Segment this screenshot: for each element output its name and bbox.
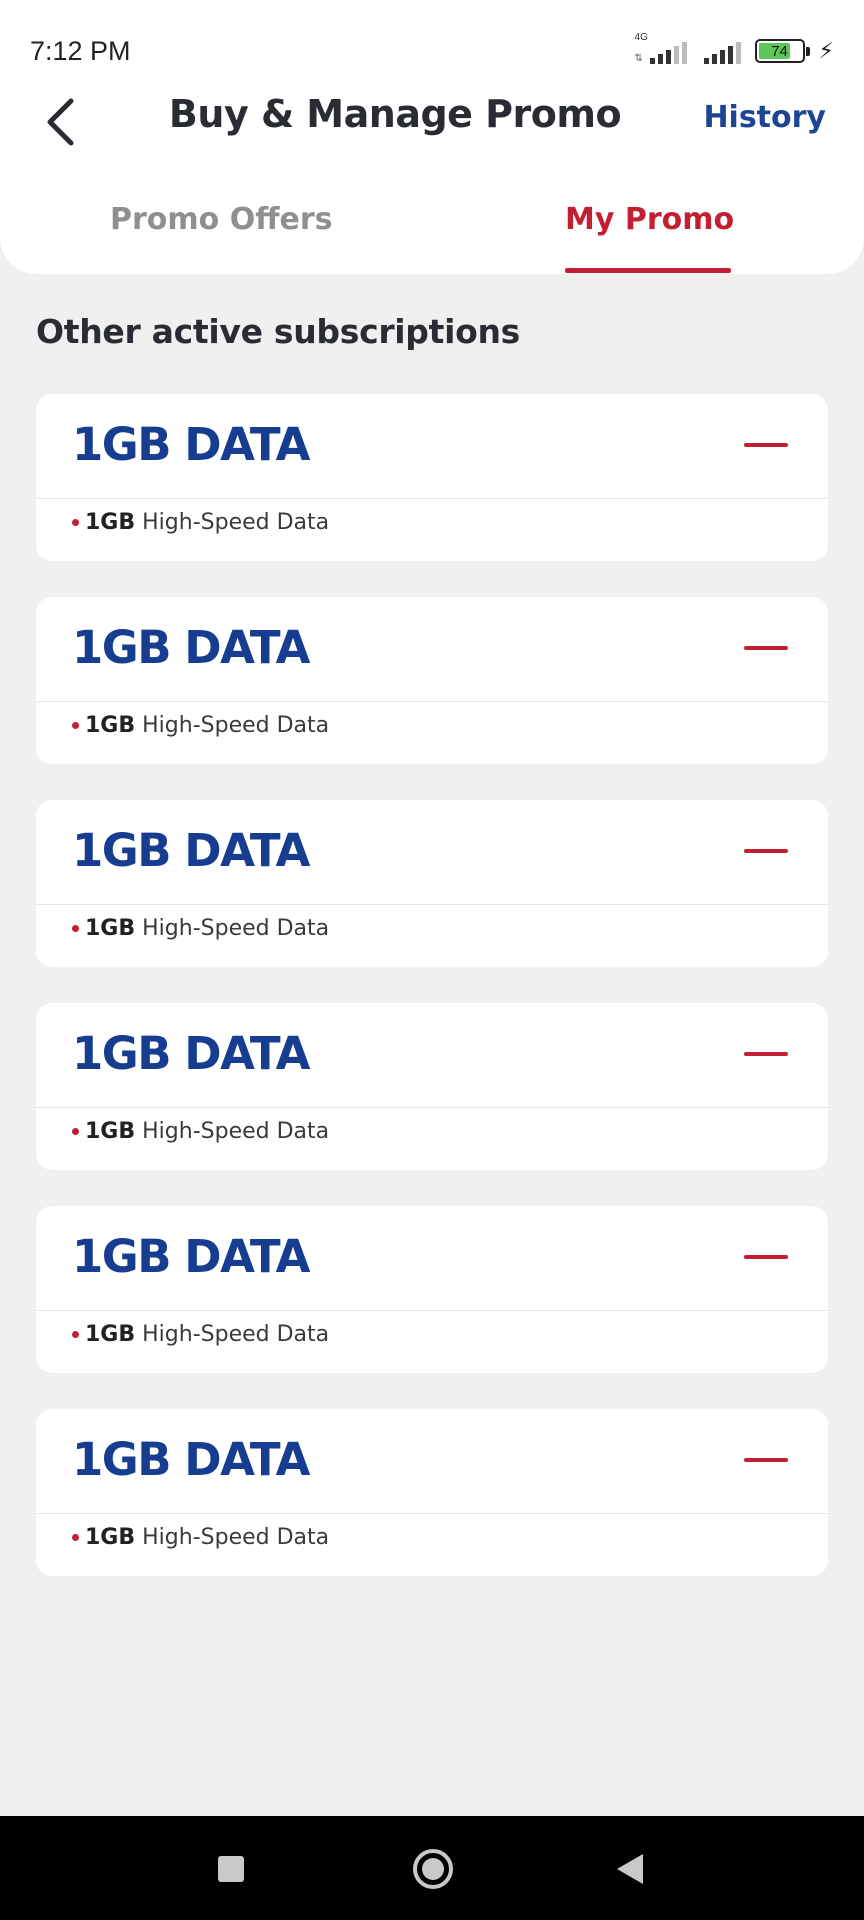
subscription-card: 1GB DATA 1GB High-Speed Data [36, 394, 828, 561]
subscription-title: 1GB DATA [72, 824, 310, 877]
detail-amount: 1GB [85, 1525, 136, 1550]
collapse-button[interactable] [744, 633, 788, 663]
subscription-title: 1GB DATA [72, 1027, 310, 1080]
minus-icon [744, 849, 788, 853]
bullet-icon [72, 925, 79, 932]
section-title: Other active subscriptions [36, 312, 521, 351]
subscription-title: 1GB DATA [72, 1433, 310, 1486]
active-tab-indicator [565, 268, 731, 273]
subscription-detail: 1GB High-Speed Data [72, 1525, 329, 1550]
signal-icon: 4G ⇅ [634, 32, 687, 66]
detail-amount: 1GB [85, 713, 136, 738]
detail-description: High-Speed Data [142, 1322, 330, 1347]
detail-amount: 1GB [85, 510, 136, 535]
minus-icon [744, 443, 788, 447]
system-nav-bar [0, 1816, 864, 1920]
subscription-detail: 1GB High-Speed Data [72, 916, 329, 941]
subscription-title: 1GB DATA [72, 1230, 310, 1283]
home-icon[interactable] [413, 1849, 453, 1889]
subscription-card-header[interactable]: 1GB DATA [36, 394, 828, 499]
subscription-card: 1GB DATA 1GB High-Speed Data [36, 1409, 828, 1576]
collapse-button[interactable] [744, 1039, 788, 1069]
subscription-card: 1GB DATA 1GB High-Speed Data [36, 1003, 828, 1170]
detail-description: High-Speed Data [142, 510, 330, 535]
minus-icon [744, 646, 788, 650]
subscription-card-header[interactable]: 1GB DATA [36, 597, 828, 702]
collapse-button[interactable] [744, 1445, 788, 1475]
subscription-card: 1GB DATA 1GB High-Speed Data [36, 1206, 828, 1373]
subscription-list: 1GB DATA 1GB High-Speed Data 1GB DATA 1G… [36, 394, 828, 1612]
data-arrows-icon: ⇅ [634, 53, 643, 64]
subscription-title: 1GB DATA [72, 418, 310, 471]
bullet-icon [72, 1128, 79, 1135]
charging-icon: ⚡ [818, 38, 834, 64]
detail-description: High-Speed Data [142, 1525, 330, 1550]
collapse-button[interactable] [744, 836, 788, 866]
subscription-title: 1GB DATA [72, 621, 310, 674]
subscription-card: 1GB DATA 1GB High-Speed Data [36, 800, 828, 967]
subscription-card-header[interactable]: 1GB DATA [36, 1003, 828, 1108]
minus-icon [744, 1255, 788, 1259]
status-time: 7:12 PM [30, 36, 131, 66]
back-icon[interactable] [617, 1854, 643, 1884]
tab-promo-offers[interactable]: Promo Offers [110, 202, 333, 237]
battery-icon: 74 [754, 39, 810, 63]
bullet-icon [72, 519, 79, 526]
subscription-card: 1GB DATA 1GB High-Speed Data [36, 597, 828, 764]
collapse-button[interactable] [744, 430, 788, 460]
subscription-card-header[interactable]: 1GB DATA [36, 800, 828, 905]
subscription-detail: 1GB High-Speed Data [72, 713, 329, 738]
network-type: 4G [634, 32, 648, 43]
bullet-icon [72, 1331, 79, 1338]
collapse-button[interactable] [744, 1242, 788, 1272]
detail-amount: 1GB [85, 1322, 136, 1347]
subscription-card-header[interactable]: 1GB DATA [36, 1206, 828, 1311]
battery-level: 74 [771, 42, 788, 60]
subscription-card-header[interactable]: 1GB DATA [36, 1409, 828, 1514]
detail-amount: 1GB [85, 916, 136, 941]
history-link[interactable]: History [703, 100, 826, 135]
status-icons: 4G ⇅ 74 ⚡ [634, 32, 834, 68]
bullet-icon [72, 1534, 79, 1541]
page-title: Buy & Manage Promo [168, 92, 622, 136]
detail-description: High-Speed Data [142, 713, 330, 738]
detail-description: High-Speed Data [142, 916, 330, 941]
signal-icon [701, 36, 741, 66]
detail-amount: 1GB [85, 1119, 136, 1144]
bullet-icon [72, 722, 79, 729]
minus-icon [744, 1458, 788, 1462]
subscription-detail: 1GB High-Speed Data [72, 1119, 329, 1144]
minus-icon [744, 1052, 788, 1056]
tab-my-promo[interactable]: My Promo [565, 202, 734, 237]
recents-icon[interactable] [218, 1856, 244, 1882]
subscription-detail: 1GB High-Speed Data [72, 1322, 329, 1347]
subscription-detail: 1GB High-Speed Data [72, 510, 329, 535]
detail-description: High-Speed Data [142, 1119, 330, 1144]
